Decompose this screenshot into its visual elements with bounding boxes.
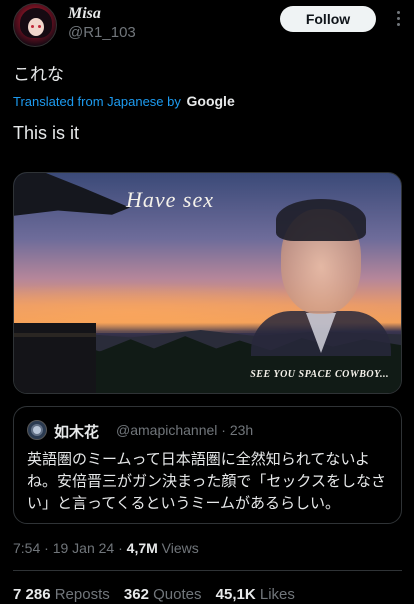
quoted-author-name[interactable]: 如木花: [54, 421, 99, 442]
follow-button[interactable]: Follow: [280, 6, 376, 32]
quoted-dot-separator: ·: [221, 422, 226, 438]
quotes-stat[interactable]: 362 Quotes: [124, 586, 202, 603]
reposts-label: Reposts: [54, 586, 110, 603]
post-original-text: これな: [13, 65, 64, 84]
temple-roof: [14, 173, 130, 217]
post-media-image[interactable]: Have sex SEE YOU SPACE COWBOY...: [13, 172, 402, 394]
portrait-hair: [276, 199, 366, 241]
engagement-stats: 7 286 Reposts 362 Quotes 45,1K Likes: [13, 586, 295, 603]
quotes-label: Quotes: [153, 586, 202, 603]
more-options-icon[interactable]: [392, 8, 406, 30]
likes-count: 45,1K: [215, 586, 256, 603]
likes-label: Likes: [259, 586, 295, 603]
post-date[interactable]: 19 Jan 24: [53, 540, 115, 556]
google-logo: Google: [186, 93, 235, 109]
author-handle[interactable]: @R1_103: [68, 24, 136, 41]
quoted-author-handle-line: @amapichannel · 23h: [116, 422, 253, 438]
media-caption-text: SEE YOU SPACE COWBOY...: [250, 369, 389, 380]
reposts-stat[interactable]: 7 286 Reposts: [13, 586, 110, 603]
quoted-author-handle[interactable]: @amapichannel: [116, 422, 217, 438]
quoted-post-body: 英語圏のミームって日本語圏に全然知られてないよね。安倍晋三がガン決まった顔で「セ…: [27, 451, 386, 512]
views-label: Views: [161, 540, 199, 556]
post-metadata: 7:54 · 19 Jan 24 · 4,7M Views: [13, 540, 199, 556]
avatar-eye-left: [31, 25, 34, 28]
media-overlay-text: Have sex: [126, 187, 215, 212]
quotes-count: 362: [123, 586, 149, 603]
reposts-count: 7 286: [13, 586, 51, 603]
post-header: Misa @R1_103 Follow: [0, 0, 414, 52]
quoted-author-avatar[interactable]: [27, 420, 47, 440]
meta-separator: ·: [44, 540, 49, 556]
author-name[interactable]: Misa: [68, 5, 101, 23]
translation-label[interactable]: Translated from Japanese by Google: [13, 93, 235, 109]
translated-from-text: Translated from Japanese by: [13, 94, 181, 109]
views-count[interactable]: 4,7M: [127, 540, 158, 556]
likes-stat[interactable]: 45,1K Likes: [216, 586, 295, 603]
post-translated-text: This is it: [13, 123, 80, 143]
avatar-eye-right: [38, 25, 41, 28]
author-avatar[interactable]: [13, 3, 57, 47]
post-time[interactable]: 7:54: [13, 540, 40, 556]
quoted-post[interactable]: 如木花 @amapichannel · 23h 英語圏のミームって日本語圏に全然…: [13, 406, 402, 524]
stats-divider: [13, 570, 402, 571]
temple-railing: [14, 333, 96, 337]
portrait-overlay: [246, 191, 396, 356]
quoted-timestamp[interactable]: 23h: [230, 422, 253, 438]
meta-separator: ·: [118, 540, 123, 556]
